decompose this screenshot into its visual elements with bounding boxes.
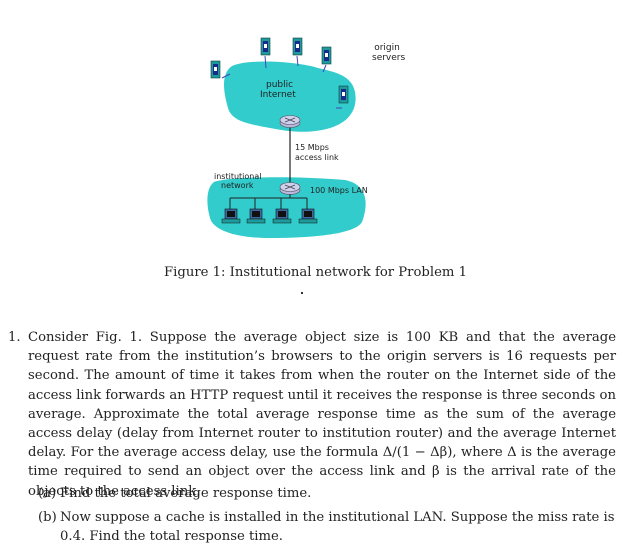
public-label-line1: public	[266, 80, 294, 90]
internet-router-icon	[279, 115, 301, 128]
part-b-tag: (b)	[38, 510, 57, 525]
inst-label-line1: institutional	[214, 172, 262, 181]
institutional-network-label: institutional network	[214, 172, 261, 190]
institution-router-icon	[279, 182, 301, 195]
stray-dot	[301, 292, 303, 294]
network-diagram	[207, 37, 366, 238]
access-label-line1: 15 Mbps	[295, 143, 329, 152]
part-a-tag: (a)	[38, 486, 57, 501]
part-a-text: Find the total average response time.	[60, 486, 312, 501]
server-icon	[210, 60, 221, 79]
part-a: (a) Find the total average response time…	[38, 484, 616, 503]
server-icon	[292, 37, 303, 56]
problem-1: 1. Consider Fig. 1. Suppose the average …	[8, 328, 616, 501]
origin-label-line2: servers	[372, 53, 406, 63]
origin-label-line1: origin	[374, 43, 400, 53]
inst-label-line2: network	[221, 181, 254, 190]
origin-servers-label: origin servers	[372, 43, 406, 63]
problem-number: 1.	[8, 330, 21, 345]
part-b: (b) Now suppose a cache is installed in …	[38, 508, 616, 546]
server-icon	[260, 37, 271, 56]
figure-caption: Figure 1: Institutional network for Prob…	[164, 265, 467, 280]
server-icon	[338, 85, 349, 104]
problem-text: Consider Fig. 1. Suppose the average obj…	[28, 330, 616, 499]
public-internet-label: public Internet	[260, 80, 296, 100]
lan-label: 100 Mbps LAN	[310, 186, 368, 195]
server-icon	[321, 46, 332, 65]
part-b-text: Now suppose a cache is installed in the …	[60, 510, 615, 545]
network-figure: origin servers public Internet 15 Mbps a…	[0, 0, 631, 250]
public-label-line2: Internet	[260, 90, 296, 100]
access-link-label: 15 Mbps access link	[295, 143, 339, 163]
access-label-line2: access link	[295, 153, 339, 162]
computer-icon	[298, 208, 318, 224]
computer-icon	[272, 208, 292, 224]
